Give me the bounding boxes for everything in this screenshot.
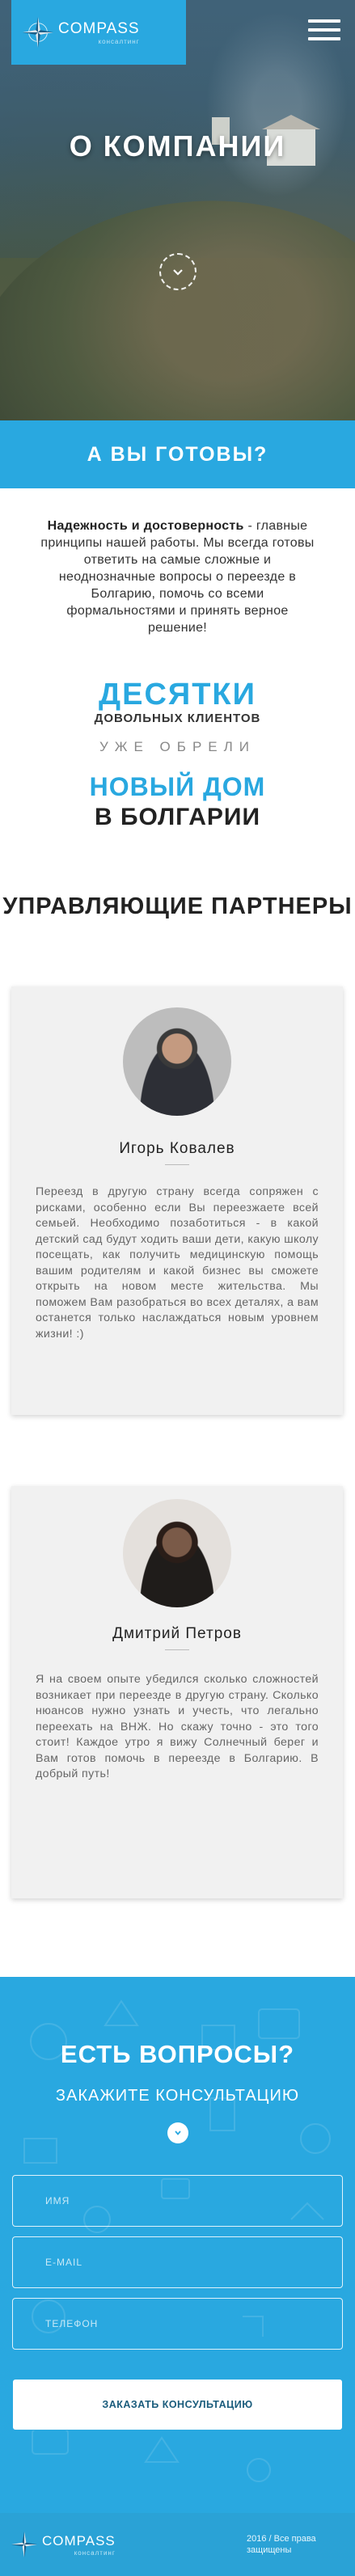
stat-count-title: ДЕСЯТКИ (99, 678, 256, 712)
order-consultation-button[interactable]: ЗАКАЗАТЬ КОНСУЛЬТАЦИЮ (12, 2379, 343, 2430)
email-field[interactable] (12, 2236, 343, 2288)
chevron-down-icon (175, 2130, 181, 2135)
page-title: О КОМПАНИИ (69, 129, 286, 163)
divider (165, 1164, 189, 1165)
footer-logo[interactable]: COMPASS консалтинг (11, 2532, 116, 2557)
stat-result-title: НОВЫЙ ДОМ (89, 772, 266, 801)
ready-banner-title: А ВЫ ГОТОВЫ? (87, 442, 268, 466)
avatar (123, 1007, 231, 1116)
stat-count-subtitle: ДОВОЛЬНЫХ КЛИЕНТОВ (94, 712, 261, 725)
chevron-down-icon (173, 269, 183, 276)
partner-name: Дмитрий Петров (112, 1625, 242, 1642)
stat-middle-text: УЖЕ ОБРЕЛИ (99, 739, 256, 754)
about-body: - главные принципы нашей работы. Мы всег… (40, 519, 315, 635)
compass-star-icon (11, 2532, 37, 2557)
partner-bio: Я на своем опыте убедился сколько сложно… (36, 1673, 319, 1780)
about-lead: Надежность и достоверность (47, 519, 244, 533)
brand-tagline: консалтинг (98, 37, 140, 45)
menu-hamburger-icon[interactable] (308, 19, 340, 44)
footer: COMPASS консалтинг 2016 / Все права защи… (0, 2513, 355, 2576)
partners-heading: УПРАВЛЯЮЩИЕ ПАРТНЕРЫ (2, 893, 353, 919)
phone-field[interactable] (12, 2298, 343, 2350)
scroll-down-button[interactable] (159, 253, 197, 290)
copyright-text: 2016 / Все права защищены (247, 2534, 316, 2555)
ready-banner: А ВЫ ГОТОВЫ? (0, 420, 355, 488)
contact-scroll-button[interactable] (167, 2122, 188, 2143)
partner-card: Игорь Ковалев Переезд в другую страну вс… (11, 986, 343, 1415)
brand-name: COMPASS (58, 19, 140, 37)
header-logo[interactable]: COMPASS консалтинг (11, 0, 186, 65)
footer-brand-name: COMPASS (42, 2532, 116, 2549)
contact-heading: ЕСТЬ ВОПРОСЫ? (60, 2040, 295, 2068)
hero-section: COMPASS консалтинг О КОМПАНИИ (0, 0, 355, 469)
footer-brand-tagline: консалтинг (74, 2549, 116, 2557)
partner-name: Игорь Ковалев (119, 1140, 235, 1157)
name-field[interactable] (12, 2175, 343, 2227)
divider (165, 1649, 189, 1650)
stat-result-subtitle: В БОЛГАРИИ (94, 804, 261, 830)
compass-star-icon (23, 17, 53, 48)
avatar (123, 1499, 231, 1607)
contact-section: ЕСТЬ ВОПРОСЫ? ЗАКАЖИТЕ КОНСУЛЬТАЦИЮ ЗАКА… (0, 1977, 355, 2513)
about-text: Надежность и достоверность - главные при… (39, 517, 316, 636)
partner-card: Дмитрий Петров Я на своем опыте убедился… (11, 1486, 343, 1898)
partner-bio: Переезд в другую страну всегда сопряжен … (36, 1185, 319, 1341)
contact-subheading: ЗАКАЖИТЕ КОНСУЛЬТАЦИЮ (55, 2087, 300, 2105)
